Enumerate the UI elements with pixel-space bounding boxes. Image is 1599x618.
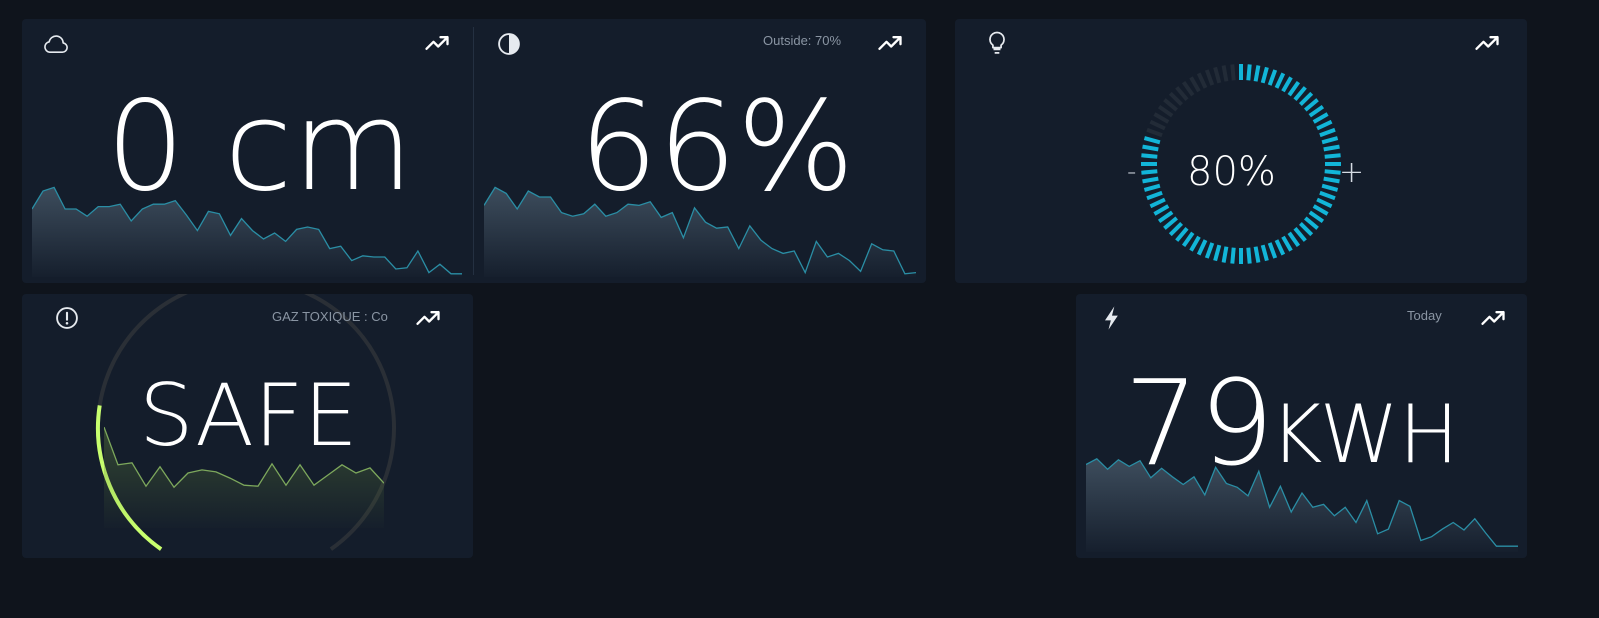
dimmer-tick-active xyxy=(1312,204,1329,216)
gas-type-label: GAZ TOXIQUE : Co xyxy=(272,309,388,324)
dimmer-tick-active xyxy=(1319,190,1336,201)
snow-humidity-divider xyxy=(473,27,474,275)
dimmer-tick-active xyxy=(1321,136,1339,145)
dimmer-tick-inactive xyxy=(1181,80,1195,97)
dimmer-tick-active xyxy=(1146,190,1163,201)
dimmer-tick-active xyxy=(1308,210,1325,224)
dimmer-tick-active xyxy=(1143,136,1161,145)
dimmer-tick-active xyxy=(1230,247,1236,264)
dimmer-tick-inactive xyxy=(1213,66,1222,84)
dimmer-tick-inactive xyxy=(1204,69,1215,86)
light-dimmer-card: 80% - + xyxy=(955,19,1527,283)
humidity-trend-icon[interactable] xyxy=(876,29,904,57)
dimmer-tick-active xyxy=(1142,144,1159,152)
dimmer-tick-active xyxy=(1298,91,1314,107)
droplet-icon xyxy=(495,30,523,58)
dimmer-tick-active xyxy=(1308,104,1325,118)
humidity-value: 66% xyxy=(579,75,855,219)
dimmer-tick-active xyxy=(1323,144,1340,152)
gas-status-value: SAFE xyxy=(139,366,358,466)
dimmer-tick-active xyxy=(1321,183,1339,192)
dimmer-tick-active xyxy=(1323,176,1340,184)
energy-period-label: Today xyxy=(1407,308,1442,323)
dimmer-tick-active xyxy=(1204,242,1215,259)
dimmer-tick-inactive xyxy=(1189,76,1201,93)
dimmer-tick-active xyxy=(1141,153,1158,159)
dimmer-tick-active xyxy=(1319,127,1336,138)
cloud-icon xyxy=(42,30,70,58)
snow-humidity-card: 0 cm Outside: 70% 66% xyxy=(22,19,926,283)
toxic-gas-card: GAZ TOXIQUE : Co SAFE xyxy=(22,294,473,558)
dimmer-tick-active xyxy=(1163,216,1178,230)
dimmer-tick-inactive xyxy=(1163,98,1178,112)
gas-trend-icon[interactable] xyxy=(414,304,442,332)
dimmer-tick-active xyxy=(1293,86,1307,101)
dimmer-tick-active xyxy=(1281,235,1293,252)
dimmer-tick-active xyxy=(1253,246,1261,263)
dimmer-tick-inactive xyxy=(1153,112,1170,124)
dimmer-tick-inactive xyxy=(1149,119,1166,131)
dimmer-tick-active xyxy=(1157,210,1174,224)
dimmer-tick-active xyxy=(1287,231,1301,248)
dimmer-tick-inactive xyxy=(1230,64,1236,81)
dimmer-minus-button[interactable]: - xyxy=(1127,159,1136,185)
dimmer-tick-inactive xyxy=(1157,104,1174,118)
dimmer-tick-active xyxy=(1175,227,1189,242)
energy-unit: KWH xyxy=(1270,388,1459,481)
dimmer-tick-active xyxy=(1304,98,1319,112)
lightbulb-icon xyxy=(983,29,1011,57)
energy-value: 79 xyxy=(1124,354,1275,492)
dimmer-tick-active xyxy=(1281,76,1293,93)
dimmer-tick-active xyxy=(1246,64,1252,81)
dimmer-tick-active xyxy=(1287,80,1301,97)
dimmer-tick-active xyxy=(1141,169,1158,175)
dimmer-tick-active xyxy=(1189,235,1201,252)
dimmer-tick-inactive xyxy=(1196,72,1208,89)
dimmer-tick-inactive xyxy=(1146,127,1163,138)
dimmer-tick-inactive xyxy=(1175,86,1189,101)
energy-trend-icon[interactable] xyxy=(1479,304,1507,332)
dimmer-tick-active xyxy=(1253,65,1261,82)
snow-trend-icon[interactable] xyxy=(423,29,451,57)
dimmer-tick-active xyxy=(1221,246,1229,263)
snow-depth-value: 0 cm xyxy=(106,75,414,219)
energy-card: Today 79 KWH xyxy=(1076,294,1527,558)
dimmer-tick-active xyxy=(1196,239,1208,256)
lightning-icon xyxy=(1098,304,1126,332)
dimmer-tick-active xyxy=(1260,244,1269,262)
dimmer-tick-active xyxy=(1274,72,1286,89)
dimmer-tick-active xyxy=(1149,197,1166,209)
dimmer-tick-inactive xyxy=(1168,91,1184,107)
light-level-value: 80% xyxy=(1187,149,1276,195)
dimmer-tick-active xyxy=(1293,227,1307,242)
dimmer-tick-active xyxy=(1213,244,1222,262)
dimmer-tick-active xyxy=(1316,119,1333,131)
dimmer-tick-active xyxy=(1298,221,1314,237)
dimmer-tick-active xyxy=(1260,66,1269,84)
dimmer-tick-inactive xyxy=(1221,65,1229,82)
dimmer-tick-active xyxy=(1181,231,1195,248)
dimmer-tick-active xyxy=(1246,247,1252,264)
dimmer-tick-active xyxy=(1304,216,1319,230)
dimmer-tick-active xyxy=(1312,112,1329,124)
outside-humidity-label: Outside: 70% xyxy=(763,33,842,48)
dimmer-tick-active xyxy=(1168,221,1184,237)
dimmer-tick-active xyxy=(1274,239,1286,256)
dimmer-tick-active xyxy=(1267,69,1278,86)
dimmer-tick-active xyxy=(1267,242,1278,259)
dimmer-tick-active xyxy=(1142,176,1159,184)
dimmer-tick-active xyxy=(1316,197,1333,209)
alert-circle-icon xyxy=(53,304,81,332)
dimmer-tick-active xyxy=(1143,183,1161,192)
dimmer-tick-active xyxy=(1153,204,1170,216)
light-trend-icon[interactable] xyxy=(1473,29,1501,57)
dimmer-plus-button[interactable]: + xyxy=(1339,158,1364,188)
